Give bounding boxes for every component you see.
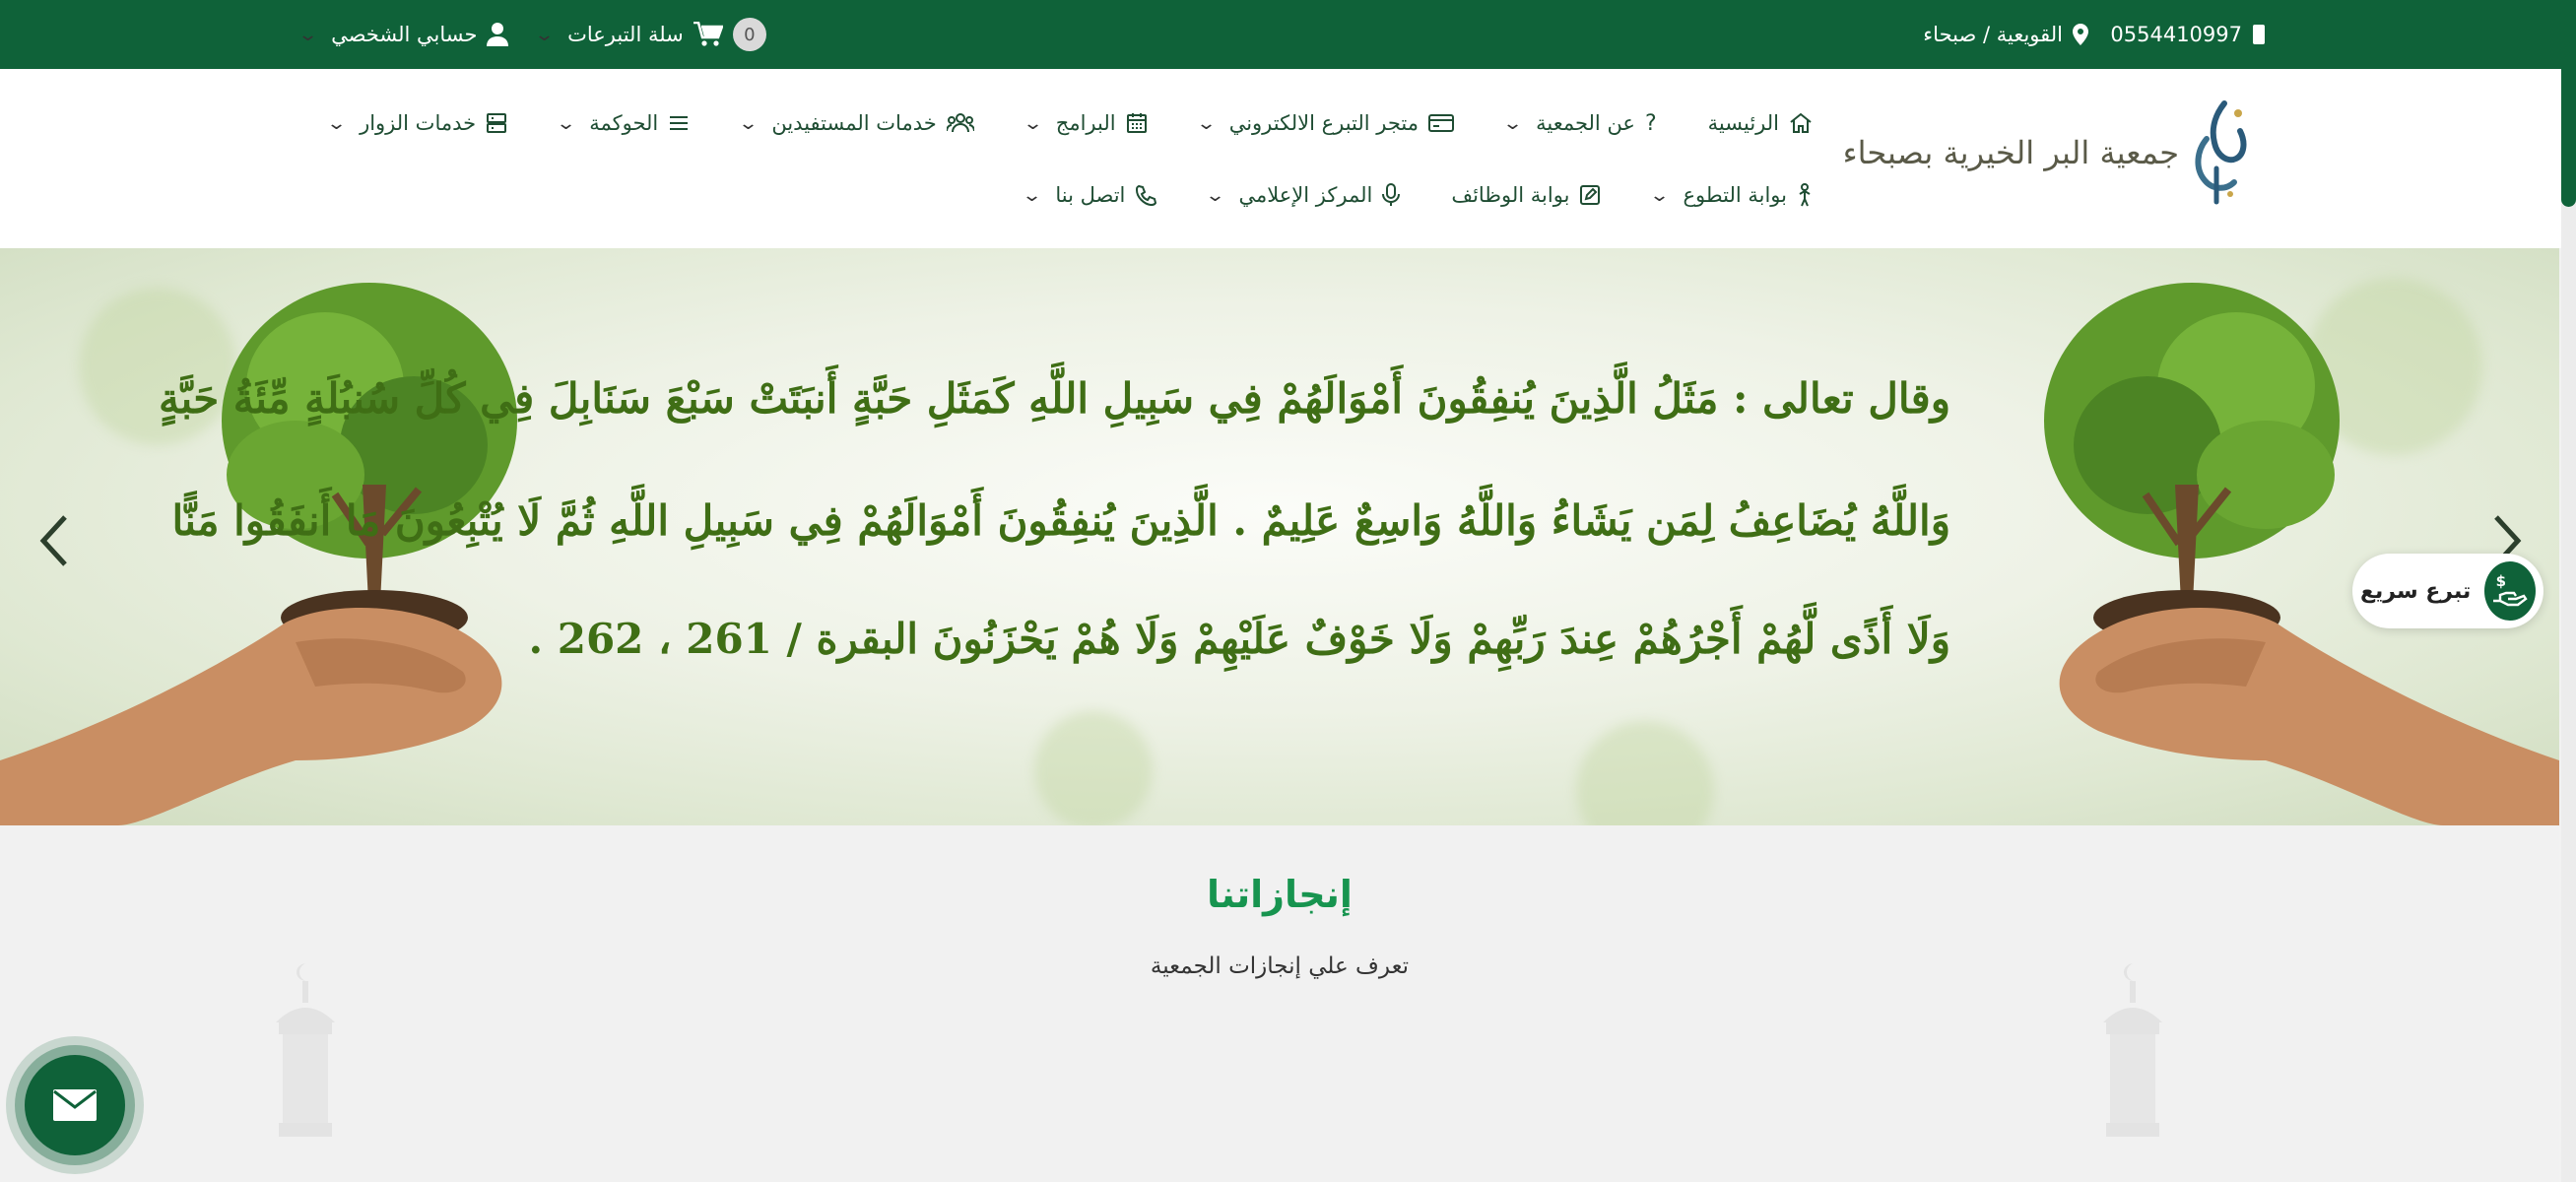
chevron-down-icon: ⌄ xyxy=(1649,184,1671,206)
contact-fab-halo xyxy=(6,1036,144,1174)
calendar-icon xyxy=(1126,113,1147,133)
cart-label: سلة التبرعات xyxy=(567,23,684,46)
nav-volunteer-portal-label: بوابة التطوع xyxy=(1683,183,1787,207)
nav-contact-us[interactable]: اتصل بنا ⌄ xyxy=(1022,183,1157,207)
nav-media-center-label: المركز الإعلامي xyxy=(1238,183,1373,207)
lantern-decoration xyxy=(2079,963,2187,1182)
svg-text:$: $ xyxy=(2496,572,2506,590)
contact-fab-ring xyxy=(15,1045,135,1165)
achievements-section: إنجازاتنا تعرف علي إنجازات الجمعية xyxy=(0,825,2559,1182)
achievements-title: إنجازاتنا xyxy=(1207,873,1353,916)
chevron-down-icon: ⌄ xyxy=(1022,112,1043,134)
list-icon xyxy=(670,116,689,130)
main-nav-row-1: الرئيسية ? عن الجمعية ⌄ متجر التبرع الال… xyxy=(325,103,1813,143)
slider-prev-button[interactable] xyxy=(25,506,84,575)
nav-about-label: عن الجمعية xyxy=(1536,111,1635,135)
nav-home-label: الرئيسية xyxy=(1707,111,1779,135)
top-bar: 0554410997 القويعية / صبحاء حسابي الشخصي… xyxy=(0,0,2561,69)
nav-home[interactable]: الرئيسية xyxy=(1708,111,1813,135)
topbar-location-text: القويعية / صبحاء xyxy=(1923,23,2063,46)
nav-governance[interactable]: الحوكمة ⌄ xyxy=(556,111,690,135)
main-nav-row-2: بوابة التطوع ⌄ بوابة الوظائف المركز الإع… xyxy=(1022,175,1813,215)
nav-contact-us-label: اتصل بنا xyxy=(1055,183,1126,207)
chevron-down-icon: ⌄ xyxy=(1205,184,1226,206)
user-icon xyxy=(487,23,509,46)
topbar-phone[interactable]: 0554410997 xyxy=(2110,0,2266,69)
server-icon xyxy=(487,113,507,133)
cart-icon xyxy=(693,22,723,46)
nav-programs-label: البرامج xyxy=(1055,111,1116,135)
page-scrollbar-thumb[interactable] xyxy=(2561,0,2576,207)
person-icon xyxy=(1799,183,1811,207)
lantern-decoration xyxy=(251,963,360,1182)
nav-beneficiary-services[interactable]: خدمات المستفيدين ⌄ xyxy=(738,111,974,135)
topbar-phone-text: 0554410997 xyxy=(2110,23,2242,46)
site-logo[interactable]: جمعية البر الخيرية بصبحاء xyxy=(1843,98,2256,207)
mic-icon xyxy=(1382,183,1401,206)
chevron-down-icon: ⌄ xyxy=(297,24,319,45)
nav-donation-store[interactable]: متجر التبرع الالكتروني ⌄ xyxy=(1195,111,1455,135)
chevron-down-icon: ⌄ xyxy=(738,112,760,134)
hero-bokeh xyxy=(1034,711,1153,825)
lantern-decoration-icon xyxy=(276,963,335,1137)
donate-hand-icon: $ xyxy=(2484,561,2536,621)
hero-verse-line-3: وَلَا أَذًى لَّهُمْ أَجْرُهُمْ عِندَ رَب… xyxy=(528,615,1950,663)
edit-icon xyxy=(1580,185,1601,205)
nav-beneficiary-services-label: خدمات المستفيدين xyxy=(771,111,937,135)
chevron-down-icon: ⌄ xyxy=(1195,112,1217,134)
chevron-left-icon xyxy=(39,515,67,566)
home-icon xyxy=(1790,112,1812,133)
users-icon xyxy=(946,113,974,133)
card-icon xyxy=(1428,114,1455,132)
hero-bokeh xyxy=(1576,721,1714,825)
achievements-subtitle: تعرف علي إنجازات الجمعية xyxy=(1150,953,1410,979)
nav-jobs-portal-label: بوابة الوظائف xyxy=(1451,183,1570,207)
donation-cart[interactable]: 0 سلة التبرعات ⌄ xyxy=(533,0,766,69)
nav-governance-label: الحوكمة xyxy=(589,111,659,135)
question-icon: ? xyxy=(1644,110,1657,136)
nav-jobs-portal[interactable]: بوابة الوظائف xyxy=(1451,183,1601,207)
account-label: حسابي الشخصي xyxy=(331,23,478,46)
phone-icon xyxy=(1136,184,1157,206)
chevron-down-icon: ⌄ xyxy=(325,112,348,134)
lantern-decoration-icon xyxy=(2103,963,2162,1137)
nav-donation-store-label: متجر التبرع الالكتروني xyxy=(1228,111,1420,135)
nav-visitor-services-label: خدمات الزوار xyxy=(360,111,477,135)
nav-media-center[interactable]: المركز الإعلامي ⌄ xyxy=(1205,183,1401,207)
chevron-down-icon: ⌄ xyxy=(556,112,577,134)
logo-emblem-icon xyxy=(2195,100,2247,205)
hero-verse-line-1: وقال تعالى : مَثَلُ الَّذِينَ يُنفِقُونَ… xyxy=(159,374,1950,423)
cart-count-badge: 0 xyxy=(732,18,766,51)
account-menu[interactable]: حسابي الشخصي ⌄ xyxy=(297,0,509,69)
phone-icon xyxy=(2253,25,2265,44)
chevron-down-icon: ⌄ xyxy=(533,24,556,45)
chevron-down-icon: ⌄ xyxy=(1022,184,1043,206)
nav-volunteer-portal[interactable]: بوابة التطوع ⌄ xyxy=(1649,183,1813,207)
hero-slider[interactable]: وقال تعالى : مَثَلُ الَّذِينَ يُنفِقُونَ… xyxy=(0,248,2559,825)
contact-fab-button[interactable] xyxy=(25,1055,125,1155)
topbar-location[interactable]: القويعية / صبحاء xyxy=(1923,0,2088,69)
envelope-icon xyxy=(53,1089,97,1121)
quick-donate-label: تبرع سريع xyxy=(2360,578,2472,604)
quick-donate-button[interactable]: $ تبرع سريع xyxy=(2352,554,2543,628)
page-scrollbar-track[interactable] xyxy=(2561,0,2576,1182)
nav-visitor-services[interactable]: خدمات الزوار ⌄ xyxy=(325,111,507,135)
nav-programs[interactable]: البرامج ⌄ xyxy=(1022,111,1148,135)
map-pin-icon xyxy=(2073,24,2088,45)
logo-text: جمعية البر الخيرية بصبحاء xyxy=(1842,134,2179,171)
hero-verse-line-2: وَاللَّهُ يُضَاعِفُ لِمَن يَشَاءُ وَاللَ… xyxy=(171,496,1950,545)
site-header: جمعية البر الخيرية بصبحاء الرئيسية ? عن … xyxy=(0,69,2561,248)
chevron-down-icon: ⌄ xyxy=(1501,112,1524,134)
nav-about[interactable]: ? عن الجمعية ⌄ xyxy=(1501,110,1657,136)
